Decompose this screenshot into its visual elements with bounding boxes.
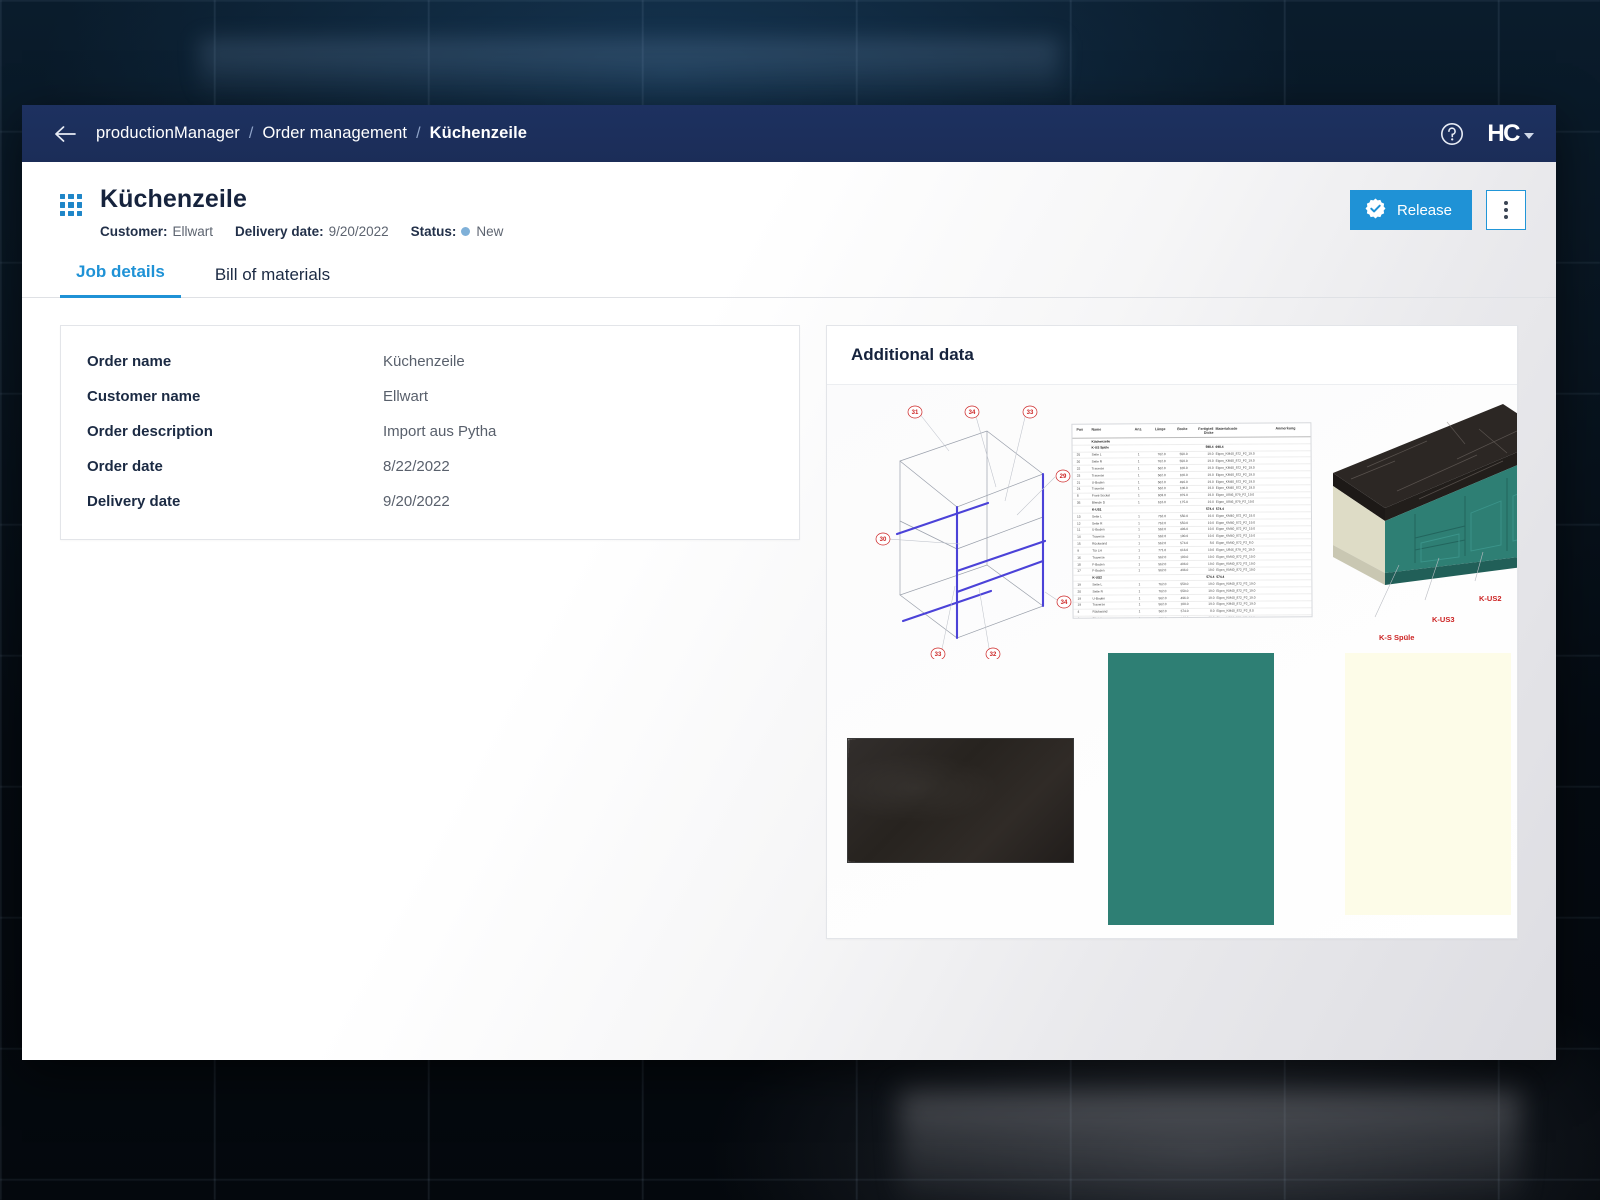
col-laenge: Länge xyxy=(1145,427,1165,435)
breadcrumb-separator: / xyxy=(416,125,421,143)
help-circle-icon[interactable] xyxy=(1439,121,1465,147)
detail-value: Import aus Pytha xyxy=(383,423,496,440)
status-badge: New xyxy=(476,224,503,239)
kitchen-3d-render xyxy=(1307,395,1517,625)
svg-text:34: 34 xyxy=(1061,600,1068,606)
meta-delivery-date: Delivery date: 9/20/2022 xyxy=(235,224,389,239)
tab-job-details[interactable]: Job details xyxy=(60,262,181,298)
brand-logo-text: HC xyxy=(1487,122,1519,146)
page-header: Küchenzeile Customer: Ellwart Delivery d… xyxy=(22,162,1556,239)
col-pos: Pos xyxy=(1076,427,1089,435)
release-button[interactable]: Release xyxy=(1350,190,1472,230)
title-block: Küchenzeile Customer: Ellwart Delivery d… xyxy=(60,186,525,239)
teal-solid-swatch xyxy=(1108,653,1274,925)
detail-row-order-description: Order description Import aus Pytha xyxy=(61,414,799,449)
parts-list-table: Pos Name Anz. Länge Breite Fertigteil Di… xyxy=(1071,422,1312,618)
additional-data-title: Additional data xyxy=(827,326,1517,385)
svg-text:33: 33 xyxy=(1027,410,1034,416)
svg-text:31: 31 xyxy=(912,410,919,416)
app-grid-icon[interactable] xyxy=(60,194,82,216)
svg-text:29: 29 xyxy=(1060,474,1067,480)
detail-value: Küchenzeile xyxy=(383,353,465,370)
detail-value: 8/22/2022 xyxy=(383,458,450,475)
breadcrumb-item-order-management[interactable]: Order management xyxy=(262,124,407,143)
col-name: Name xyxy=(1091,427,1131,435)
breadcrumb-item-productionmanager[interactable]: productionManager xyxy=(96,124,240,143)
header-actions: Release xyxy=(1350,186,1526,230)
tab-bar: Job details Bill of materials xyxy=(22,261,1556,298)
brand-logo[interactable]: HC xyxy=(1487,122,1534,146)
cabinet-wireframe-drawing: 31 34 33 29 30 34 xyxy=(857,389,1087,659)
page-title: Küchenzeile xyxy=(100,186,525,214)
meta-delivery-label: Delivery date: xyxy=(235,224,324,239)
svg-text:30: 30 xyxy=(880,537,887,543)
marble-dark-swatch xyxy=(847,738,1074,863)
cream-solid-swatch xyxy=(1345,653,1511,915)
detail-label: Delivery date xyxy=(87,493,383,510)
kitchen-label-k-s-spuele: K-S Spüle xyxy=(1379,633,1414,642)
top-navigation-bar: productionManager / Order management / K… xyxy=(22,105,1556,162)
svg-text:32: 32 xyxy=(990,652,997,658)
meta-status: Status: New xyxy=(411,224,504,239)
meta-customer-label: Customer: xyxy=(100,224,168,239)
col-dicke: Fertigteil Dicke xyxy=(1189,426,1213,434)
detail-row-customer-name: Customer name Ellwart xyxy=(61,379,799,414)
desktop-backdrop: productionManager / Order management / K… xyxy=(0,0,1600,1200)
detail-label: Order name xyxy=(87,353,383,370)
col-anz: Anz. xyxy=(1133,427,1143,435)
detail-label: Customer name xyxy=(87,388,383,405)
additional-data-card: Additional data xyxy=(826,325,1518,939)
detail-value: 9/20/2022 xyxy=(383,493,450,510)
kebab-menu-icon xyxy=(1504,208,1508,212)
breadcrumb-separator: / xyxy=(249,125,254,143)
svg-text:34: 34 xyxy=(969,410,976,416)
meta-customer-value: Ellwart xyxy=(173,224,214,239)
meta-delivery-value: 9/20/2022 xyxy=(329,224,389,239)
chevron-down-icon[interactable] xyxy=(1524,133,1534,139)
tab-bill-of-materials[interactable]: Bill of materials xyxy=(199,265,346,298)
status-dot-icon xyxy=(461,227,470,236)
more-options-button[interactable] xyxy=(1486,190,1526,230)
svg-text:33: 33 xyxy=(935,652,942,658)
detail-value: Ellwart xyxy=(383,388,428,405)
background-glow-top xyxy=(200,40,1060,100)
application-window: productionManager / Order management / K… xyxy=(22,105,1556,1060)
detail-label: Order description xyxy=(87,423,383,440)
topbar-actions: HC xyxy=(1439,121,1534,147)
background-glow-bottom xyxy=(900,1090,1520,1200)
detail-label: Order date xyxy=(87,458,383,475)
meta-status-label: Status: xyxy=(411,224,457,239)
kitchen-label-k-us3: K-US3 xyxy=(1432,615,1455,624)
release-button-label: Release xyxy=(1397,202,1452,219)
back-arrow-icon[interactable] xyxy=(48,117,82,151)
job-details-card: Order name Küchenzeile Customer name Ell… xyxy=(60,325,800,540)
verified-badge-check-icon xyxy=(1364,197,1387,224)
kitchen-label-k-us2: K-US2 xyxy=(1479,594,1502,603)
page-container: Küchenzeile Customer: Ellwart Delivery d… xyxy=(22,162,1556,1060)
additional-data-body: 31 34 33 29 30 34 xyxy=(827,385,1517,938)
col-materialcode: Materialcode xyxy=(1215,426,1273,434)
breadcrumb-item-current: Küchenzeile xyxy=(430,124,527,143)
detail-row-delivery-date: Delivery date 9/20/2022 xyxy=(61,484,799,519)
kebab-menu-icon xyxy=(1504,215,1508,219)
kebab-menu-icon xyxy=(1504,201,1508,205)
detail-row-order-date: Order date 8/22/2022 xyxy=(61,449,799,484)
col-anmerkung: Anmerkung xyxy=(1275,426,1305,434)
table-body: KüchenzeileK-US Spüle598.4698.425Seite L… xyxy=(1072,437,1312,618)
meta-customer: Customer: Ellwart xyxy=(100,224,213,239)
col-breite: Breite xyxy=(1167,427,1187,435)
page-meta: Customer: Ellwart Delivery date: 9/20/20… xyxy=(100,224,525,239)
table-header-row: Pos Name Anz. Länge Breite Fertigteil Di… xyxy=(1072,423,1310,438)
content-area: Order name Küchenzeile Customer name Ell… xyxy=(22,298,1556,939)
detail-row-order-name: Order name Küchenzeile xyxy=(61,344,799,379)
breadcrumb: productionManager / Order management / K… xyxy=(96,124,527,143)
